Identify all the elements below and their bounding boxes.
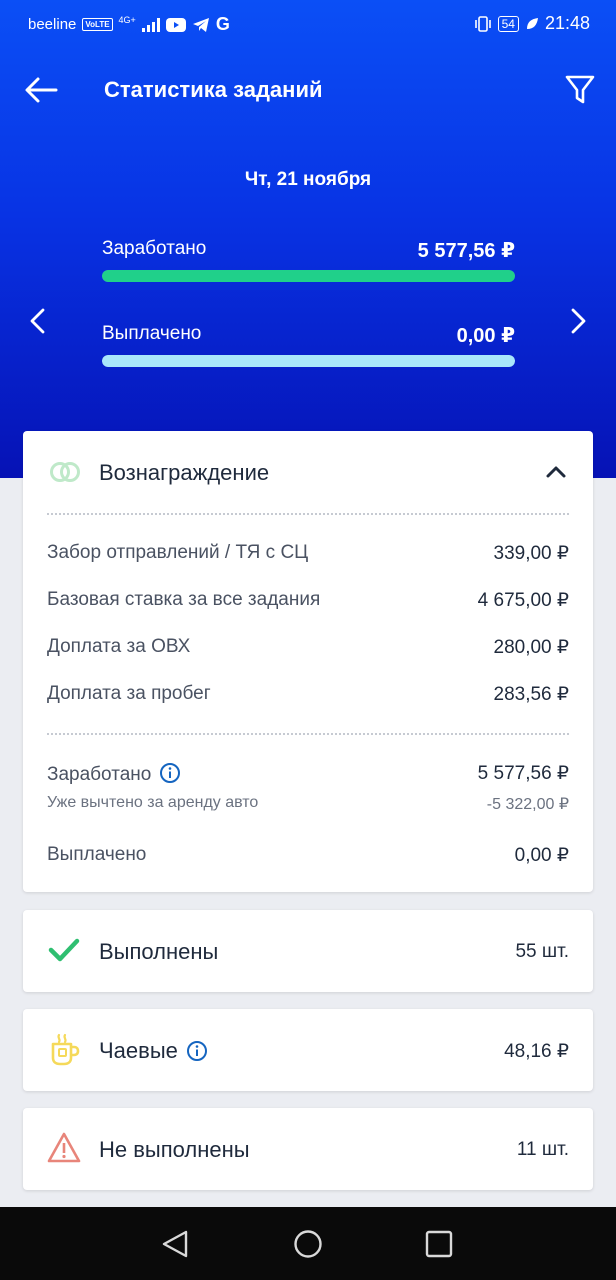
vibrate-icon (474, 15, 491, 32)
filter-icon[interactable] (564, 72, 596, 106)
tips-card[interactable]: Чаевые 48,16 ₽ (23, 1009, 593, 1091)
tea-cup-icon (51, 1033, 80, 1066)
paid-value: 0,00 ₽ (456, 325, 515, 347)
telegram-icon (192, 17, 209, 32)
completed-label: Выполнены (99, 939, 219, 964)
chevron-up-icon[interactable] (545, 463, 567, 479)
warning-icon (47, 1132, 81, 1163)
paid-label: Выплачено (102, 323, 202, 344)
carrier-name: beeline (28, 16, 77, 33)
failed-card[interactable]: Не выполнены 11 шт. (23, 1108, 593, 1190)
reward-paid-value: 0,00 ₽ (514, 845, 569, 866)
battery-indicator: 54 (497, 15, 519, 32)
reward-card: Вознаграждение Забор отправлений / ТЯ с … (23, 431, 593, 892)
info-icon[interactable] (159, 762, 181, 784)
reward-earned-value: 5 577,56 ₽ (477, 763, 569, 784)
failed-label: Не выполнены (99, 1137, 250, 1162)
google-icon: G (215, 14, 230, 34)
earned-label: Заработано (102, 238, 207, 259)
reward-item-value: 4 675,00 ₽ (477, 590, 569, 611)
paid-progress-bar (102, 355, 515, 367)
divider (47, 513, 569, 515)
reward-item-value: 280,00 ₽ (493, 637, 569, 658)
youtube-icon (165, 17, 186, 32)
earned-progress-fill (102, 270, 515, 282)
rent-deduction-label: Уже вычтено за аренду авто (47, 794, 259, 811)
completed-card[interactable]: Выполнены 55 шт. (23, 910, 593, 992)
rent-deduction-value: -5 322,00 ₽ (486, 796, 569, 813)
tips-label-group: Чаевые (99, 1038, 208, 1064)
clock: 21:48 (544, 13, 590, 33)
chevron-right-icon[interactable] (566, 306, 590, 336)
reward-item-value: 283,56 ₽ (493, 684, 569, 705)
checkmark-icon (48, 938, 80, 962)
coins-icon (50, 462, 80, 482)
failed-value: 11 шт. (516, 1139, 569, 1160)
reward-paid-label: Выплачено (47, 844, 147, 865)
reward-header[interactable]: Вознаграждение (23, 431, 593, 513)
nav-recents-icon[interactable] (422, 1227, 456, 1261)
volte-badge: VoLTE (82, 18, 113, 31)
info-icon[interactable] (186, 1040, 208, 1062)
tips-value: 48,16 ₽ (504, 1041, 569, 1062)
divider (47, 733, 569, 735)
paid-progress-fill (102, 355, 515, 367)
reward-item-label: Забор отправлений / ТЯ с СЦ (47, 542, 309, 563)
reward-earned-label: Заработано (47, 764, 152, 785)
reward-item-label: Доплата за пробег (47, 683, 211, 704)
reward-item-label: Доплата за ОВХ (47, 636, 191, 657)
arrow-left-icon[interactable] (22, 72, 60, 108)
app-bar: Статистика заданий (0, 60, 616, 120)
signal-bars-icon (141, 17, 160, 32)
system-nav-bar (0, 1207, 616, 1280)
reward-earned-group: Заработано (47, 762, 181, 786)
date-label: Чт, 21 ноября (244, 169, 372, 190)
reward-item-label: Базовая ставка за все задания (47, 589, 321, 610)
earned-value: 5 577,56 ₽ (417, 240, 515, 262)
status-bar: beeline VoLTE 4G+ G 54 21:48 (0, 0, 616, 48)
chevron-left-icon[interactable] (26, 306, 50, 336)
completed-value: 55 шт. (515, 941, 569, 962)
signal-icon: 4G+ (118, 15, 136, 25)
leaf-icon (526, 17, 538, 29)
nav-home-icon[interactable] (291, 1227, 325, 1261)
reward-item-value: 339,00 ₽ (493, 543, 569, 564)
page-title: Статистика заданий (104, 77, 323, 102)
nav-back-icon[interactable] (158, 1227, 192, 1261)
earned-progress-bar (102, 270, 515, 282)
tips-label: Чаевые (99, 1038, 178, 1063)
reward-title: Вознаграждение (99, 460, 270, 485)
